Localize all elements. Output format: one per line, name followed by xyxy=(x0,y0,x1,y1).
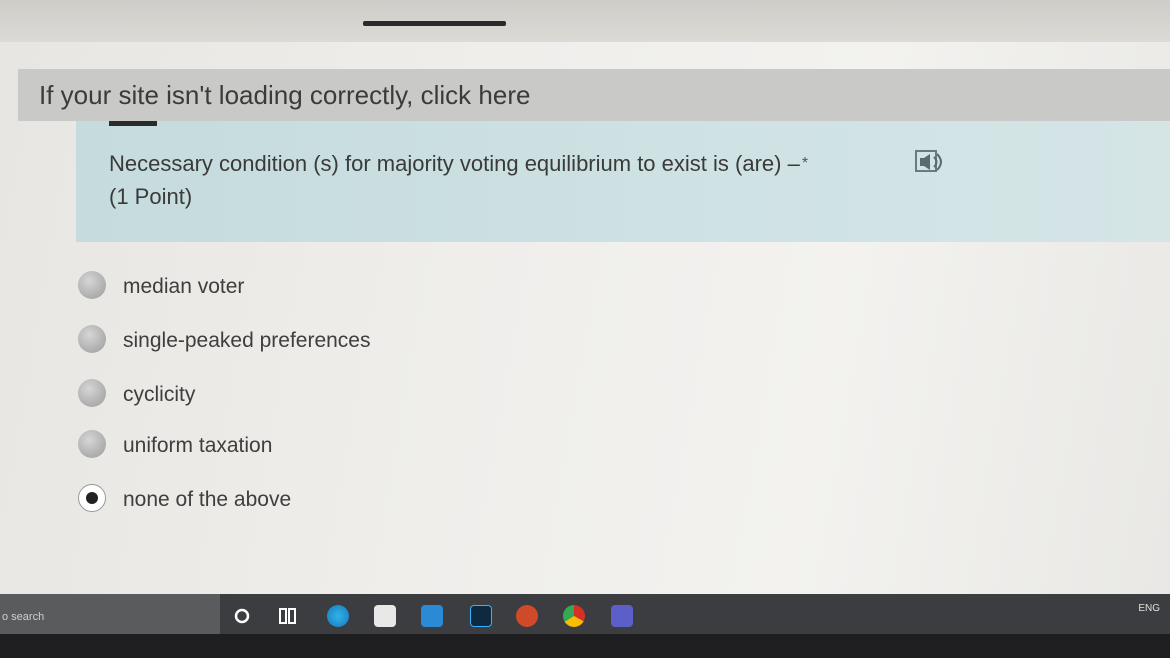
store-icon[interactable] xyxy=(374,605,396,627)
option-cyclicity[interactable]: cyclicity xyxy=(78,375,498,415)
mail-icon[interactable] xyxy=(421,605,443,627)
teams-icon[interactable] xyxy=(611,605,633,627)
search-placeholder: o search xyxy=(2,611,45,623)
question-accent-bar xyxy=(109,121,157,126)
photoshop-icon[interactable] xyxy=(470,605,492,627)
question-card: Necessary condition (s) for majority vot… xyxy=(76,121,1170,242)
question-title: Necessary condition (s) for majority vot… xyxy=(109,151,800,176)
radio-button[interactable] xyxy=(78,325,106,353)
option-single-peaked[interactable]: single-peaked preferences xyxy=(78,321,498,361)
bezel-notch xyxy=(363,21,506,26)
radio-button-selected[interactable] xyxy=(78,484,106,512)
radio-button[interactable] xyxy=(78,430,106,458)
laptop-bottom-edge xyxy=(0,634,1170,658)
option-uniform-taxation[interactable]: uniform taxation xyxy=(78,426,498,466)
site-banner: If your site isn't loading correctly, cl… xyxy=(18,69,1170,121)
task-view-icon[interactable] xyxy=(276,605,298,627)
question-text-block: Necessary condition (s) for majority vot… xyxy=(109,147,808,213)
windows-taskbar: o search ENG xyxy=(0,594,1170,634)
required-marker: * xyxy=(801,155,809,172)
screen-bezel xyxy=(0,0,1170,42)
form-screen: If your site isn't loading correctly, cl… xyxy=(0,42,1170,594)
option-label: uniform taxation xyxy=(123,434,273,457)
radio-button[interactable] xyxy=(78,379,106,407)
taskbar-search-box[interactable]: o search xyxy=(0,594,220,634)
option-label: cyclicity xyxy=(123,383,196,406)
radio-button[interactable] xyxy=(78,271,106,299)
option-median-voter[interactable]: median voter xyxy=(78,267,498,307)
option-none-of-the-above[interactable]: none of the above xyxy=(78,480,498,520)
chrome-icon[interactable] xyxy=(563,605,585,627)
powerpoint-icon[interactable] xyxy=(516,605,538,627)
question-points: (1 Point) xyxy=(109,184,193,209)
edge-icon[interactable] xyxy=(327,605,349,627)
option-label: median voter xyxy=(123,275,245,298)
option-label: single-peaked preferences xyxy=(123,329,371,352)
reload-link[interactable]: If your site isn't loading correctly, cl… xyxy=(39,80,530,111)
cortana-icon[interactable] xyxy=(231,605,253,627)
language-indicator[interactable]: ENG xyxy=(1138,603,1160,614)
option-label: none of the above xyxy=(123,488,292,511)
immersive-reader-icon[interactable] xyxy=(914,148,946,176)
